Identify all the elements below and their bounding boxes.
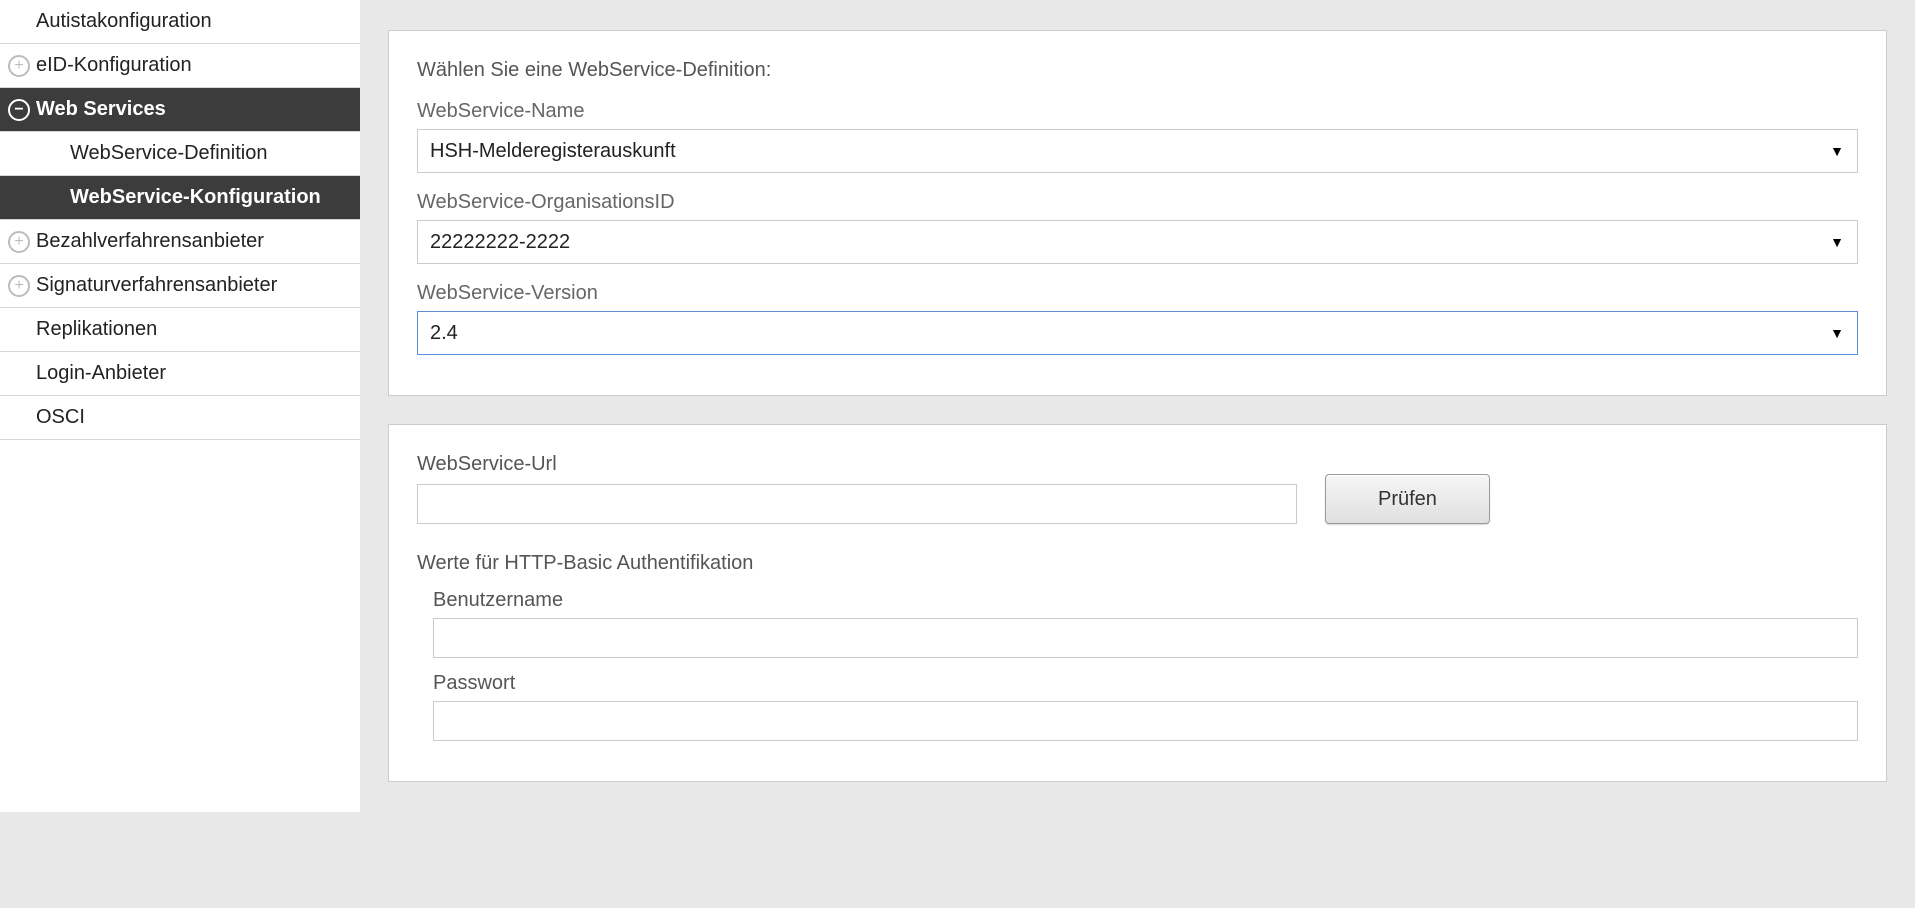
sidebar-item-label: eID-Konfiguration [36,54,192,77]
sidebar-item-web-services[interactable]: − Web Services [0,88,360,132]
url-field-block: WebService-Url [417,453,1297,524]
definition-panel: Wählen Sie eine WebService-Definition: W… [388,30,1887,396]
username-label: Benutzername [433,589,1858,612]
sidebar-item-label: Login-Anbieter [36,362,166,385]
webservice-version-select[interactable]: 2.4 [417,311,1858,355]
username-input[interactable] [433,618,1858,658]
sidebar-item-label: Replikationen [36,318,157,341]
sidebar-item-replikationen[interactable]: Replikationen [0,308,360,352]
url-auth-panel: WebService-Url Prüfen Werte für HTTP-Bas… [388,424,1887,782]
sidebar-item-autistakonfiguration[interactable]: Autistakonfiguration [0,0,360,44]
webservice-version-label: WebService-Version [417,282,1858,305]
panel-heading: Wählen Sie eine WebService-Definition: [417,59,1858,82]
webservice-org-select-wrapper: 22222222-2222 ▼ [417,220,1858,264]
webservice-version-select-wrapper: 2.4 ▼ [417,311,1858,355]
webservice-url-input[interactable] [417,484,1297,524]
webservice-url-label: WebService-Url [417,453,1297,476]
sidebar-item-bezahlverfahrensanbieter[interactable]: + Bezahlverfahrensanbieter [0,220,360,264]
sidebar-item-webservice-definition[interactable]: WebService-Definition [0,132,360,176]
sidebar: Autistakonfiguration + eID-Konfiguration… [0,0,360,812]
sidebar-item-label: Autistakonfiguration [36,10,212,33]
plus-icon: + [8,231,30,253]
webservice-name-select-wrapper: HSH-Melderegisterauskunft ▼ [417,129,1858,173]
auth-block: Benutzername Passwort [417,589,1858,741]
sidebar-item-label: WebService-Definition [70,142,268,165]
webservice-org-label: WebService-OrganisationsID [417,191,1858,214]
plus-icon: + [8,275,30,297]
main-content: Wählen Sie eine WebService-Definition: W… [360,0,1915,812]
webservice-org-select[interactable]: 22222222-2222 [417,220,1858,264]
sidebar-item-label: Signaturverfahrensanbieter [36,274,277,297]
auth-heading: Werte für HTTP-Basic Authentifikation [417,552,1858,575]
check-button[interactable]: Prüfen [1325,474,1490,524]
plus-icon: + [8,55,30,77]
url-row: WebService-Url Prüfen [417,453,1858,524]
sidebar-item-label: Web Services [36,98,166,121]
password-label: Passwort [433,672,1858,695]
sidebar-item-webservice-konfiguration[interactable]: WebService-Konfiguration [0,176,360,220]
sidebar-item-osci[interactable]: OSCI [0,396,360,440]
sidebar-item-label: OSCI [36,406,85,429]
sidebar-item-signaturverfahrensanbieter[interactable]: + Signaturverfahrensanbieter [0,264,360,308]
webservice-name-label: WebService-Name [417,100,1858,123]
sidebar-item-label: WebService-Konfiguration [70,186,321,209]
sidebar-item-label: Bezahlverfahrensanbieter [36,230,264,253]
password-input[interactable] [433,701,1858,741]
sidebar-item-eid-konfiguration[interactable]: + eID-Konfiguration [0,44,360,88]
sidebar-item-login-anbieter[interactable]: Login-Anbieter [0,352,360,396]
minus-icon: − [8,99,30,121]
webservice-name-select[interactable]: HSH-Melderegisterauskunft [417,129,1858,173]
